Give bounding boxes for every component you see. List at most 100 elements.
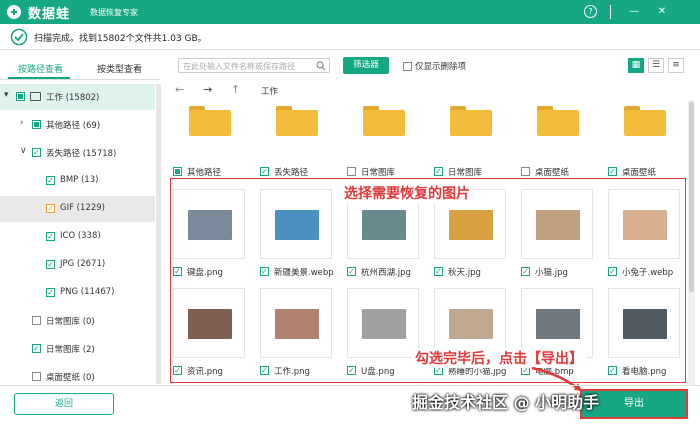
file-name: 其他路径 [187, 168, 222, 178]
close-button[interactable]: ✕ [654, 4, 670, 20]
tree-checkbox[interactable]: ✓ [46, 232, 55, 241]
file-checkbox[interactable] [521, 167, 530, 176]
tab-by-type[interactable]: 按类型查看 [97, 62, 142, 75]
folder-icon [450, 106, 492, 136]
tree-item-label: GIF (1229) [60, 203, 105, 213]
file-name: 日常图库 [448, 168, 483, 178]
tree-item-label: BMP (13) [60, 175, 99, 185]
app-subtitle: 数据恢复专家 [90, 8, 138, 17]
file-name: 桌面壁纸 [535, 168, 570, 178]
folder-icon [363, 106, 405, 136]
active-tab-indicator [8, 77, 70, 79]
tree-item-label: 其他路径 (69) [46, 121, 101, 131]
annotation-click-export: 勾选完毕后，点击【导出】 [412, 348, 586, 368]
tree-checkbox[interactable]: ✓ [46, 204, 55, 213]
sidebar: 按路径查看 按类型查看 ▾ 工作 (15802) › 其他路径 (69) ∨ ✓ 丢失路径 … [0, 56, 165, 386]
main-scrollbar[interactable] [688, 100, 695, 385]
back-arrow-icon[interactable]: ← [175, 83, 184, 96]
scan-status-bar: 扫描完成。找到15802个文件共1.03 GB。 [0, 24, 700, 50]
tree-item-label: ICO (338) [60, 231, 101, 241]
folder-icon [624, 106, 666, 136]
chevron-right-icon[interactable]: › [20, 118, 24, 128]
check-circle-icon [10, 28, 28, 46]
tree-checkbox[interactable]: ✓ [46, 176, 55, 185]
app-window: 数据蛙 数据恢复专家 ? — ✕ 扫描完成。找到15802个文件共1.03 GB… [0, 0, 700, 427]
file-checkbox[interactable] [173, 167, 182, 176]
sidebar-scrollbar[interactable] [156, 84, 161, 384]
tree-checkbox[interactable] [16, 92, 25, 101]
file-checkbox[interactable]: ✓ [434, 167, 443, 176]
folder-icon [537, 106, 579, 136]
file-checkbox[interactable] [347, 167, 356, 176]
tree-item[interactable]: 日常图库 (0) [0, 308, 155, 334]
tree-item[interactable]: ∨ ✓ 丢失路径 (15718) [0, 140, 155, 166]
folder-icon [189, 106, 231, 136]
tree-item[interactable]: › 其他路径 (69) [0, 112, 155, 138]
search-placeholder: 在此处输入文件名称或保存路径 [183, 62, 295, 71]
sidebar-tabs: 按路径查看 按类型查看 [0, 56, 160, 80]
scrollbar-thumb[interactable] [689, 102, 694, 292]
title-bar: 数据蛙 数据恢复专家 ? — ✕ [0, 0, 700, 24]
search-input[interactable]: 在此处输入文件名称或保存路径 [178, 58, 330, 73]
detail-view-icon[interactable]: ≡ [668, 58, 684, 73]
tree-checkbox[interactable]: ✓ [46, 288, 55, 297]
tree-item[interactable]: ✓ JPG (2671) [0, 252, 155, 278]
grid-view-icon[interactable]: ▦ [628, 58, 644, 73]
tree-item-label: PNG (11467) [60, 287, 115, 297]
tree-item-label: 丢失路径 (15718) [46, 149, 117, 159]
app-brand: 数据蛙 [28, 7, 71, 22]
file-name: 桌面壁纸 [622, 168, 657, 178]
app-logo-icon [7, 5, 21, 19]
tree-item-label: 日常图库 (0) [46, 317, 95, 327]
up-arrow-icon[interactable]: ↑ [231, 83, 240, 96]
breadcrumb: 工作 [261, 87, 279, 97]
tab-by-path[interactable]: 按路径查看 [18, 62, 63, 75]
file-name: 丢失路径 [274, 168, 309, 178]
tree-item[interactable]: ✓ 日常图库 (2) [0, 336, 155, 362]
tree-checkbox[interactable] [32, 316, 41, 325]
folder-item[interactable]: 桌面壁纸 [521, 100, 593, 178]
list-view-icon[interactable]: ☰ [648, 58, 664, 73]
file-name: 日常图库 [361, 168, 396, 178]
folder-item[interactable]: ✓ 日常图库 [434, 100, 506, 178]
help-icon[interactable]: ? [584, 5, 597, 18]
file-checkbox[interactable]: ✓ [608, 167, 617, 176]
drive-icon [30, 92, 41, 101]
chevron-down-icon[interactable]: ∨ [20, 146, 27, 156]
filter-button[interactable]: 筛选器 [343, 57, 389, 74]
tree-checkbox[interactable] [32, 120, 41, 129]
minimize-button[interactable]: — [626, 4, 642, 20]
folder-item[interactable]: 其他路径 [173, 100, 245, 178]
tree-item[interactable]: ▾ 工作 (15802) [0, 84, 155, 110]
return-button[interactable]: 返回 [14, 393, 114, 415]
tree-checkbox[interactable]: ✓ [32, 148, 41, 157]
tree-item[interactable]: ✓ GIF (1229) [0, 196, 155, 222]
tree-item-label: JPG (2671) [60, 259, 106, 269]
folder-item[interactable]: 日常图库 [347, 100, 419, 178]
annotation-select-images: 选择需要恢复的图片 [341, 183, 473, 203]
chevron-down-icon[interactable]: ▾ [4, 90, 9, 100]
toolbar: 在此处输入文件名称或保存路径 筛选器 仅显示删除项 ▦ ☰ ≡ [165, 52, 700, 82]
watermark-text: 掘金技术社区 @ 小明助手 [412, 393, 600, 412]
only-deleted-toggle[interactable]: 仅显示删除项 [403, 60, 466, 72]
tree-item-label: 桌面壁纸 (0) [46, 373, 95, 383]
tree-item-label: 日常图库 (2) [46, 345, 95, 355]
tree-item[interactable]: ✓ PNG (11467) [0, 280, 155, 306]
scan-status-text: 扫描完成。找到15802个文件共1.03 GB。 [34, 34, 207, 44]
tree-checkbox[interactable]: ✓ [46, 260, 55, 269]
search-icon[interactable] [316, 61, 326, 71]
titlebar-divider [610, 5, 611, 19]
tree-checkbox[interactable] [32, 372, 41, 381]
forward-arrow-icon[interactable]: → [203, 83, 212, 96]
navigation-bar: ← → ↑ 工作 [165, 82, 700, 100]
tree-item[interactable]: ✓ BMP (13) [0, 168, 155, 194]
folder-icon [276, 106, 318, 136]
tree-checkbox[interactable]: ✓ [32, 344, 41, 353]
only-deleted-label: 仅显示删除项 [415, 62, 467, 72]
folder-item[interactable]: ✓ 丢失路径 [260, 100, 332, 178]
tree-item[interactable]: ✓ ICO (338) [0, 224, 155, 250]
folder-item[interactable]: ✓ 桌面壁纸 [608, 100, 680, 178]
tree-item-label: 工作 (15802) [46, 93, 100, 103]
file-checkbox[interactable]: ✓ [260, 167, 269, 176]
only-deleted-checkbox[interactable] [403, 62, 412, 71]
